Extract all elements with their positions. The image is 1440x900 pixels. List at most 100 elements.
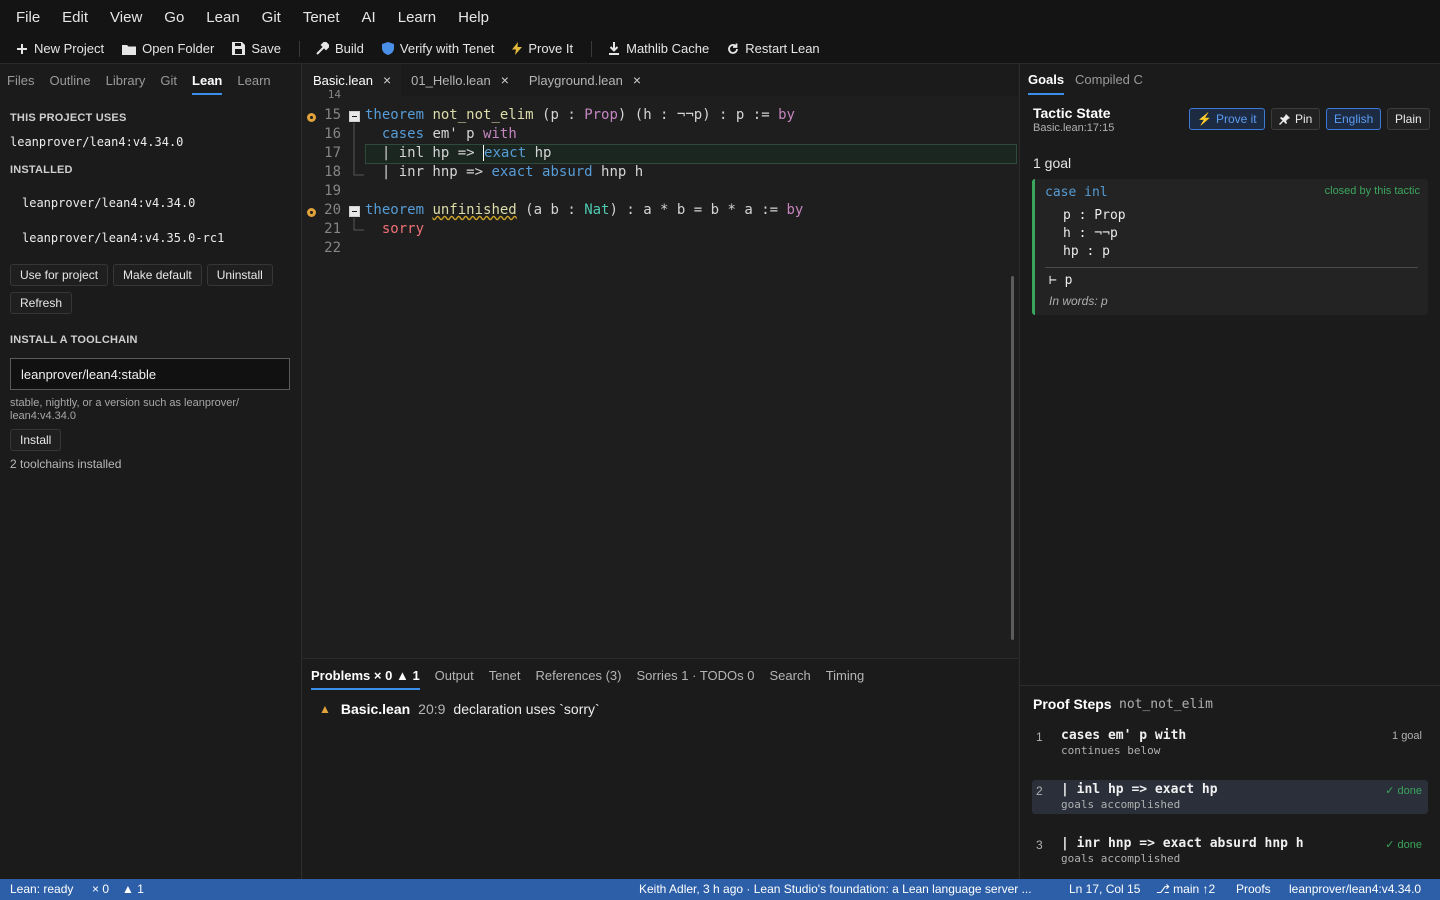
status-errors[interactable]: × 0 (92, 882, 109, 896)
english-toggle[interactable]: English (1326, 108, 1382, 130)
prove-it-button[interactable]: Prove It (512, 41, 573, 56)
tab-output[interactable]: Output (435, 661, 474, 690)
code-text: hp (526, 145, 552, 161)
keyword: with (483, 126, 517, 142)
new-project-button[interactable]: New Project (16, 41, 104, 56)
restart-lean-button[interactable]: Restart Lean (727, 41, 820, 56)
menu-ai[interactable]: AI (362, 9, 376, 26)
git-branch[interactable]: ⎇ main ↑2 (1156, 882, 1215, 896)
warning-gutter-icon[interactable] (307, 113, 316, 122)
fold-icon[interactable] (349, 111, 360, 122)
sidebar-tab-git[interactable]: Git (160, 66, 177, 95)
editor-tab-playground[interactable]: Playground.lean × (519, 64, 651, 96)
use-for-project-button[interactable]: Use for project (10, 264, 109, 286)
sidebar-tab-learn[interactable]: Learn (237, 66, 270, 95)
toolbar-divider (298, 40, 300, 57)
verify-tenet-button[interactable]: Verify with Tenet (381, 41, 494, 56)
menu-learn[interactable]: Learn (398, 9, 436, 26)
tactic-state-location: Basic.lean:17:15 (1033, 122, 1115, 134)
plain-toggle[interactable]: Plain (1387, 108, 1430, 130)
code-text: (p : (533, 107, 585, 123)
install-button[interactable]: Install (10, 429, 62, 451)
proof-step[interactable]: 1 cases em' p with continues below 1 goa… (1032, 726, 1428, 760)
code-text: | inr hnp => (381, 164, 492, 180)
editor-tab-label: 01_Hello.lean (411, 72, 491, 88)
line-number: 17 (324, 145, 341, 161)
installed-toolchain-item[interactable]: leanprover/lean4:v4.34.0 (0, 196, 195, 210)
uninstall-button[interactable]: Uninstall (206, 264, 273, 286)
sidebar-tab-lean[interactable]: Lean (192, 66, 223, 95)
tab-compiled-c[interactable]: Compiled C (1075, 72, 1143, 93)
menu-go[interactable]: Go (164, 9, 184, 26)
toolbar-divider-2 (591, 40, 593, 57)
lean-status[interactable]: Lean: ready (10, 882, 73, 896)
open-folder-button[interactable]: Open Folder (122, 41, 214, 56)
line-number: 18 (324, 164, 341, 180)
menu-help[interactable]: Help (458, 9, 489, 26)
prove-it-button[interactable]: ⚡ Prove it (1189, 108, 1265, 130)
tab-search[interactable]: Search (770, 661, 811, 690)
code-line-17: | inl hp => exact hp (365, 145, 551, 161)
install-hint: stable, nightly, or a version such as le… (10, 397, 239, 423)
git-blame[interactable]: Keith Adler, 3 h ago · Lean Studio's fou… (639, 882, 1032, 896)
keyword: theorem (365, 202, 425, 218)
code-text: ) (h : ¬¬p) : p := (617, 107, 779, 123)
toolchain-actions: Use for project Make default Uninstall (10, 264, 273, 286)
sidebar-tab-files[interactable]: Files (7, 66, 34, 95)
tab-problems[interactable]: Problems × 0 ▲ 1 (311, 661, 420, 690)
install-toolchain-heading: INSTALL A TOOLCHAIN (10, 334, 138, 346)
editor-tab-hello[interactable]: 01_Hello.lean × (401, 64, 519, 96)
problem-row[interactable]: ▲ Basic.lean 20:9 declaration uses `sorr… (319, 701, 600, 717)
mathlib-cache-button[interactable]: Mathlib Cache (608, 41, 709, 56)
refresh-button[interactable]: Refresh (10, 292, 73, 314)
toolchain-status[interactable]: leanprover/lean4:v4.34.0 (1289, 882, 1421, 896)
menu-file[interactable]: File (16, 9, 40, 26)
type-name: Nat (584, 202, 610, 218)
mathlib-cache-label: Mathlib Cache (626, 41, 710, 56)
build-button[interactable]: Build (316, 41, 364, 56)
installed-toolchain-item[interactable]: leanprover/lean4:v4.35.0-rc1 (0, 231, 224, 245)
menu-tenet[interactable]: Tenet (303, 9, 340, 26)
problem-message: declaration uses `sorry` (453, 701, 600, 717)
proof-step[interactable]: 3 | inr hnp => exact absurd hnp h goals … (1032, 834, 1428, 868)
sidebar-tab-outline[interactable]: Outline (49, 66, 90, 95)
tab-references[interactable]: References (3) (536, 661, 622, 690)
editor-scrollbar[interactable] (1011, 276, 1014, 640)
line-number: 21 (324, 221, 341, 237)
close-icon[interactable]: × (633, 72, 641, 88)
keyword: cases (381, 126, 425, 142)
warning-gutter-icon[interactable] (307, 208, 316, 217)
menu-git[interactable]: Git (262, 9, 281, 26)
close-icon[interactable]: × (501, 72, 509, 88)
install-toolchain-input[interactable] (10, 358, 290, 390)
status-warnings[interactable]: ▲ 1 (122, 882, 144, 896)
tab-sorries[interactable]: Sorries 1 · TODOs 0 (637, 661, 755, 690)
proofs-status[interactable]: Proofs (1236, 882, 1271, 896)
fold-icon[interactable] (349, 206, 360, 217)
pin-button[interactable]: Pin (1271, 108, 1321, 130)
tab-timing[interactable]: Timing (826, 661, 865, 690)
code-line-21: sorry (365, 221, 424, 237)
proof-step[interactable]: 2 | inl hp => exact hp goals accomplishe… (1032, 780, 1428, 814)
code-text: hnp h (592, 164, 644, 180)
tab-goals[interactable]: Goals (1028, 72, 1065, 95)
step-tactic: cases em' p with (1061, 728, 1187, 743)
lightning-icon: ⚡ (1197, 112, 1212, 126)
cursor-position[interactable]: Ln 17, Col 15 (1069, 882, 1140, 896)
step-number: 3 (1036, 838, 1043, 852)
menu-edit[interactable]: Edit (62, 9, 88, 26)
save-button[interactable]: Save (232, 41, 281, 56)
sidebar-tab-library[interactable]: Library (106, 66, 146, 95)
hypothesis: hp : p (1063, 244, 1110, 259)
editor-tab-label: Basic.lean (313, 72, 373, 88)
warning-count: 1 (412, 667, 420, 683)
sidebar: Files Outline Library Git Lean Learn THI… (0, 64, 302, 879)
tab-tenet[interactable]: Tenet (489, 661, 521, 690)
close-icon[interactable]: × (383, 72, 391, 88)
keyword: sorry (381, 221, 425, 237)
code-editor[interactable]: 14 15 16 17 18 19 20 21 22 theorem not_n… (303, 88, 1018, 656)
menu-lean[interactable]: Lean (206, 9, 239, 26)
editor-tab-bar: Basic.lean × 01_Hello.lean × Playground.… (303, 64, 1018, 96)
menu-view[interactable]: View (110, 9, 142, 26)
make-default-button[interactable]: Make default (113, 264, 202, 286)
